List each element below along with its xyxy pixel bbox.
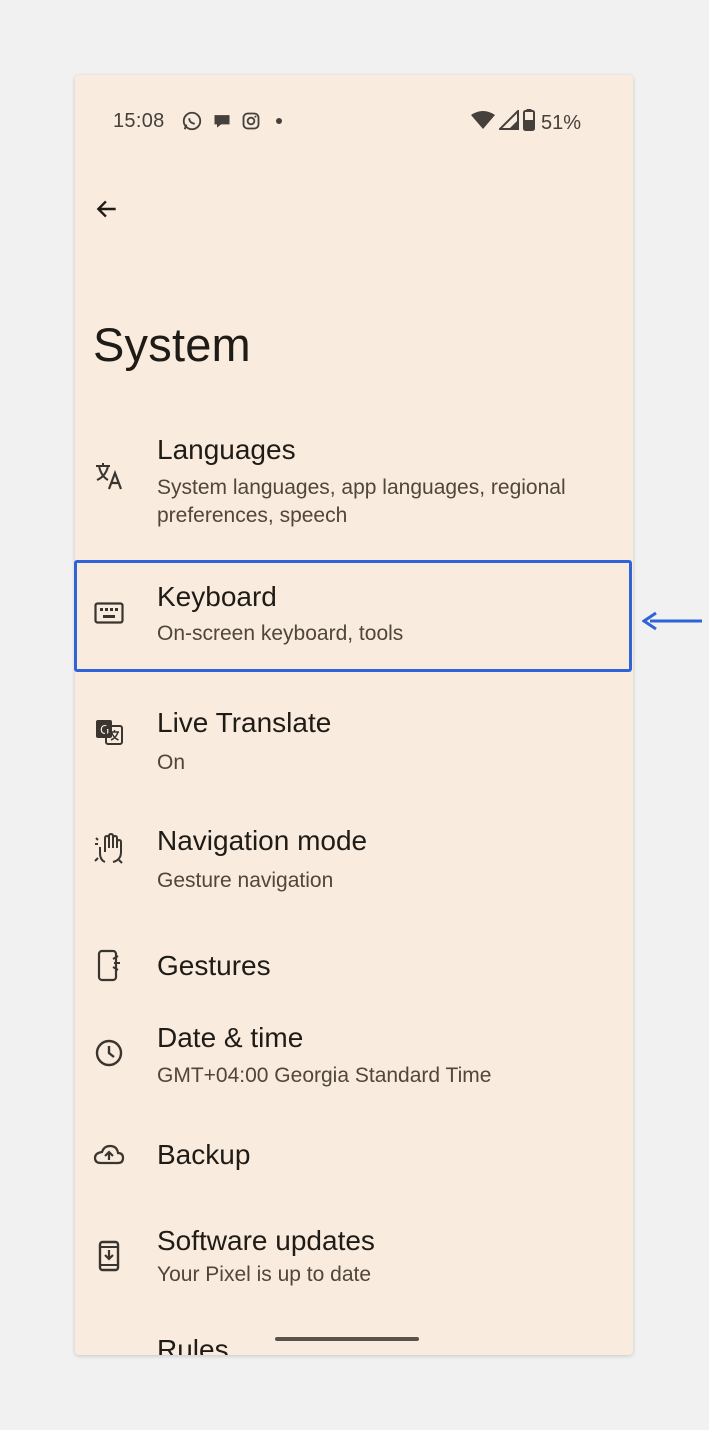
status-bar: 15:08 51% [75, 75, 633, 167]
chat-bubble-icon [212, 111, 232, 131]
battery-percent: 51% [540, 111, 581, 134]
clock-icon [93, 1037, 125, 1069]
status-time: 15:08 [113, 110, 165, 132]
gesture-home-bar[interactable] [275, 1337, 419, 1341]
system-status-icons: 51% [470, 108, 581, 137]
setting-software-updates[interactable]: Software updates Your Pixel is up to dat… [75, 1215, 633, 1325]
system-update-icon [93, 1240, 125, 1272]
setting-subtitle: On [157, 751, 186, 774]
setting-title: Rules [157, 1334, 229, 1355]
instagram-icon [241, 111, 261, 131]
setting-backup[interactable]: Backup [75, 1125, 633, 1225]
pointer-arrow-icon [641, 610, 704, 637]
setting-languages[interactable]: Languages System languages, app language… [75, 420, 633, 540]
phone-gesture-icon [93, 949, 125, 982]
live-translate-icon: G [93, 716, 125, 748]
setting-live-translate[interactable]: G Live Translate On [75, 685, 633, 795]
setting-title: Live Translate [157, 707, 332, 738]
setting-title: Backup [157, 1139, 251, 1170]
setting-subtitle: GMT+04:00 Georgia Standard Time [157, 1064, 492, 1087]
whatsapp-icon [181, 110, 203, 132]
setting-subtitle: System languages, app languages, regiona… [157, 476, 566, 527]
back-button[interactable] [83, 185, 131, 233]
setting-title: Languages [157, 434, 296, 465]
wifi-icon [470, 110, 495, 136]
battery-icon [522, 109, 535, 137]
setting-gestures[interactable]: Gestures [75, 920, 633, 1020]
setting-title: Navigation mode [157, 825, 368, 856]
setting-title: Date & time [157, 1022, 304, 1053]
setting-title: Gestures [157, 950, 271, 981]
setting-subtitle: Gesture navigation [157, 869, 334, 892]
setting-title: Software updates [157, 1225, 375, 1256]
phone-screen: 15:08 51% System Languages System langua… [75, 75, 633, 1355]
setting-date-time[interactable]: Date & time GMT+04:00 Georgia Standard T… [75, 1010, 633, 1120]
highlight-box [74, 560, 632, 672]
notification-dot [276, 118, 282, 124]
setting-navigation-mode[interactable]: Navigation mode Gesture navigation [75, 803, 633, 913]
notification-icons [181, 110, 282, 132]
cloud-upload-icon [93, 1139, 125, 1171]
signal-icon [497, 108, 519, 136]
translate-icon [93, 460, 125, 492]
setting-subtitle: Your Pixel is up to date [157, 1263, 372, 1286]
setting-rules[interactable]: Rules [75, 1330, 633, 1355]
arrow-back-icon [96, 200, 116, 218]
page-title: System [93, 318, 251, 371]
gesture-hand-icon [93, 832, 125, 865]
